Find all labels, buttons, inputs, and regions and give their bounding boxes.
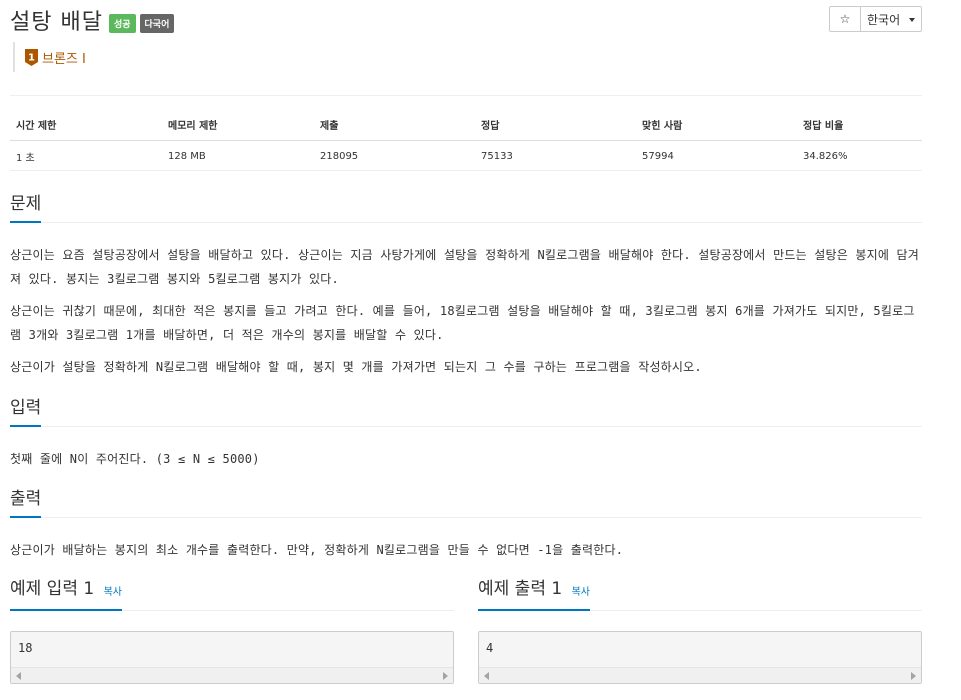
horizontal-scrollbar[interactable] — [479, 667, 921, 683]
horizontal-scrollbar[interactable] — [11, 667, 453, 683]
chevron-down-icon — [909, 18, 915, 22]
description-section: 문제 상근이는 요즘 설탕공장에서 설탕을 배달하고 있다. 상근이는 지금 사… — [10, 192, 922, 379]
page-title: 설탕 배달 — [10, 10, 103, 35]
header-accepted: 정답 — [475, 112, 636, 141]
copy-sample-input-link[interactable]: 복사 — [104, 587, 122, 598]
sample-output-box[interactable]: 4 — [478, 631, 922, 684]
sample-input-panel: 예제 입력 1 복사 18 — [10, 578, 454, 684]
sample-input-title-text: 예제 입력 1 — [10, 579, 95, 599]
table-header-row: 시간 제한 메모리 제한 제출 정답 맞힌 사람 정답 비율 — [10, 112, 922, 141]
sample-output-value: 4 — [486, 641, 494, 655]
description-title: 문제 — [10, 193, 42, 223]
description-header: 문제 — [10, 192, 922, 223]
copy-sample-output-link[interactable]: 복사 — [572, 587, 590, 598]
sample-input-box[interactable]: 18 — [10, 631, 454, 684]
memory-limit-value: 128 MB — [162, 140, 314, 171]
bronze-tier-icon: 1 — [25, 48, 38, 66]
header-accept-ratio: 정답 비율 — [797, 112, 922, 141]
table-row: 1 초 128 MB 218095 75133 57994 34.826% — [10, 140, 922, 171]
accepted-value[interactable]: 75133 — [475, 140, 636, 171]
sample-output-title-text: 예제 출력 1 — [478, 579, 563, 599]
success-badge: 성공 — [108, 13, 136, 33]
header-memory-limit: 메모리 제한 — [162, 112, 314, 141]
input-title: 입력 — [10, 397, 42, 427]
time-limit-value: 1 초 — [10, 140, 162, 171]
sample-output-title: 예제 출력 1 복사 — [478, 578, 590, 611]
input-header: 입력 — [10, 396, 922, 427]
scroll-left-icon[interactable] — [484, 672, 489, 680]
description-paragraph: 상근이는 귀찮기 때문에, 최대한 적은 봉지를 들고 가려고 한다. 예를 들… — [10, 304, 915, 342]
sample-input-value: 18 — [18, 641, 33, 655]
solved-users-value[interactable]: 57994 — [636, 140, 797, 171]
tier-badge[interactable]: 1 브론즈 I — [13, 42, 86, 72]
star-icon: ☆ — [839, 12, 851, 26]
description-body: 상근이는 요즘 설탕공장에서 설탕을 배달하고 있다. 상근이는 지금 사탕가게… — [10, 223, 922, 379]
description-paragraph: 상근이가 설탕을 정확하게 N킬로그램 배달해야 할 때, 봉지 몇 개를 가져… — [10, 360, 702, 374]
sample-output-header: 예제 출력 1 복사 — [478, 578, 922, 611]
sample-input-header: 예제 입력 1 복사 — [10, 578, 454, 611]
scroll-left-icon[interactable] — [16, 672, 21, 680]
title-row: 설탕 배달 성공 다국어 — [10, 4, 175, 36]
scroll-right-icon[interactable] — [911, 672, 916, 680]
output-header: 출력 — [10, 487, 922, 518]
description-paragraph: 상근이는 요즘 설탕공장에서 설탕을 배달하고 있다. 상근이는 지금 사탕가게… — [10, 248, 920, 286]
accept-ratio-value: 34.826% — [797, 140, 922, 171]
header-solved-users: 맞힌 사람 — [636, 112, 797, 141]
language-label: 한국어 — [867, 12, 901, 27]
header-time-limit: 시간 제한 — [10, 112, 162, 141]
favorite-button[interactable]: ☆ — [829, 6, 861, 32]
output-body: 상근이가 배달하는 봉지의 최소 개수를 출력한다. 만약, 정확하게 N킬로그… — [10, 518, 922, 562]
output-section: 출력 상근이가 배달하는 봉지의 최소 개수를 출력한다. 만약, 정확하게 N… — [10, 487, 922, 562]
submissions-value[interactable]: 218095 — [314, 140, 475, 171]
multilang-badge: 다국어 — [139, 13, 175, 33]
problem-info-table: 시간 제한 메모리 제한 제출 정답 맞힌 사람 정답 비율 1 초 128 M… — [10, 112, 922, 171]
input-section: 입력 첫째 줄에 N이 주어진다. (3 ≤ N ≤ 5000) — [10, 396, 922, 471]
sample-output-panel: 예제 출력 1 복사 4 — [478, 578, 922, 684]
output-text: 상근이가 배달하는 봉지의 최소 개수를 출력한다. 만약, 정확하게 N킬로그… — [10, 543, 624, 557]
header-divider — [10, 95, 922, 96]
output-title: 출력 — [10, 488, 42, 518]
input-body: 첫째 줄에 N이 주어진다. (3 ≤ N ≤ 5000) — [10, 427, 922, 471]
language-select[interactable]: 한국어 — [861, 6, 922, 32]
sample-input-title: 예제 입력 1 복사 — [10, 578, 122, 611]
input-text: 첫째 줄에 N이 주어진다. (3 ≤ N ≤ 5000) — [10, 452, 260, 466]
tier-label: 브론즈 I — [42, 51, 86, 67]
title-toolbar: ☆ 한국어 — [829, 6, 922, 32]
tier-number: 1 — [28, 52, 35, 63]
header-submissions: 제출 — [314, 112, 475, 141]
scroll-right-icon[interactable] — [443, 672, 448, 680]
